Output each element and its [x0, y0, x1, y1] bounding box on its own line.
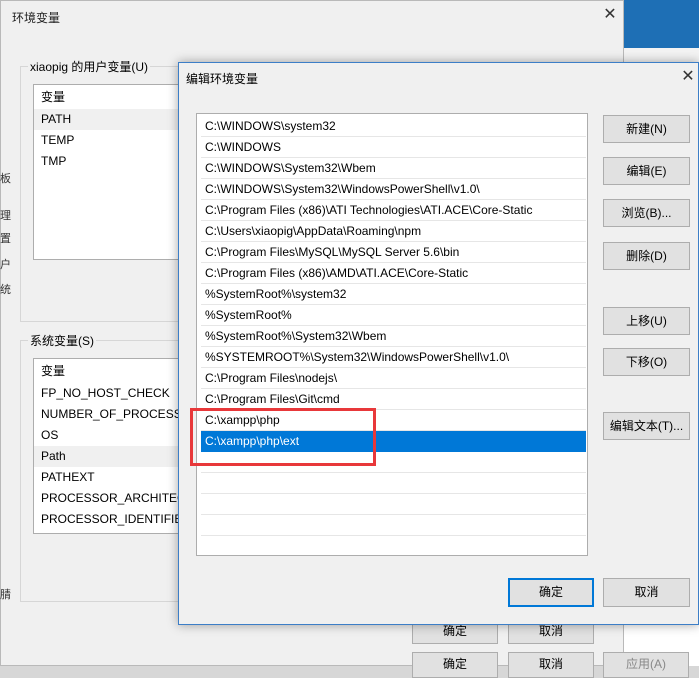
list-item[interactable]: FP_NO_HOST_CHECK [34, 383, 182, 404]
list-item[interactable]: PATHEXT [34, 467, 182, 488]
empty-row[interactable] [201, 494, 586, 515]
new-button[interactable]: 新建(N) [603, 115, 690, 143]
path-item[interactable]: %SYSTEMROOT%\System32\WindowsPowerShell\… [201, 347, 586, 368]
edge-glyph: 置 [0, 233, 11, 245]
edge-glyph: 统 [0, 284, 11, 296]
list-item[interactable]: TEMP [34, 130, 182, 151]
edge-glyph: 板 [0, 173, 11, 185]
list-item[interactable]: PATH [34, 109, 182, 130]
edge-glyph: 理 [0, 210, 11, 222]
system-variables-list[interactable]: 变量 FP_NO_HOST_CHECK NUMBER_OF_PROCESSO O… [33, 358, 183, 534]
path-item[interactable]: C:\Program Files (x86)\AMD\ATI.ACE\Core-… [201, 263, 586, 284]
list-item[interactable]: TMP [34, 151, 182, 172]
annotation-highlight-box [190, 408, 376, 466]
path-item[interactable]: C:\Users\xiaopig\AppData\Roaming\npm [201, 221, 586, 242]
path-item[interactable]: C:\WINDOWS [201, 137, 586, 158]
move-up-button[interactable]: 上移(U) [603, 307, 690, 335]
empty-row[interactable] [201, 473, 586, 494]
edit-text-button[interactable]: 编辑文本(T)... [603, 412, 690, 440]
edge-glyph: 户 [0, 259, 11, 271]
list-item[interactable]: PROCESSOR_ARCHITEC [34, 488, 182, 509]
bg2-ok-button[interactable]: 确定 [412, 652, 498, 678]
path-item[interactable]: C:\Program Files\Git\cmd [201, 389, 586, 410]
window-title: 环境变量 [12, 11, 61, 25]
empty-row[interactable] [201, 515, 586, 536]
bg2-cancel-button[interactable]: 取消 [508, 652, 594, 678]
cancel-button[interactable]: 取消 [603, 578, 690, 607]
move-down-button[interactable]: 下移(O) [603, 348, 690, 376]
user-variables-title: xiaopig 的用户变量(U) [28, 58, 151, 75]
delete-button[interactable]: 删除(D) [603, 242, 690, 270]
close-icon[interactable]: ✕ [599, 4, 621, 26]
path-item[interactable]: C:\WINDOWS\system32 [201, 116, 586, 137]
path-item[interactable]: C:\Program Files\nodejs\ [201, 368, 586, 389]
path-item[interactable]: C:\Program Files\MySQL\MySQL Server 5.6\… [201, 242, 586, 263]
column-header-variable[interactable]: 变量 [34, 85, 182, 109]
path-list[interactable]: C:\WINDOWS\system32 C:\WINDOWS C:\WINDOW… [196, 113, 588, 556]
column-header-variable[interactable]: 变量 [34, 359, 182, 383]
background-app-header [624, 0, 699, 48]
path-item[interactable]: %SystemRoot% [201, 305, 586, 326]
list-item[interactable]: Path [34, 446, 182, 467]
close-icon[interactable]: ✕ [678, 66, 698, 88]
edge-glyph: 腈 [0, 589, 11, 601]
path-item[interactable]: C:\WINDOWS\System32\Wbem [201, 158, 586, 179]
bg2-apply-button[interactable]: 应用(A) [603, 652, 689, 678]
path-item[interactable]: C:\WINDOWS\System32\WindowsPowerShell\v1… [201, 179, 586, 200]
path-item[interactable]: %SystemRoot%\system32 [201, 284, 586, 305]
edit-button[interactable]: 编辑(E) [603, 157, 690, 185]
system-variables-title: 系统变量(S) [28, 332, 96, 349]
user-variables-list[interactable]: 变量 PATH TEMP TMP [33, 84, 183, 260]
list-item[interactable]: PROCESSOR_IDENTIFIE [34, 509, 182, 530]
browse-button[interactable]: 浏览(B)... [603, 199, 690, 227]
path-item[interactable]: %SystemRoot%\System32\Wbem [201, 326, 586, 347]
ok-button[interactable]: 确定 [508, 578, 594, 607]
dialog-title: 编辑环境变量 [186, 72, 259, 86]
list-item[interactable]: OS [34, 425, 182, 446]
list-item[interactable]: NUMBER_OF_PROCESSO [34, 404, 182, 425]
path-item[interactable]: C:\Program Files (x86)\ATI Technologies\… [201, 200, 586, 221]
